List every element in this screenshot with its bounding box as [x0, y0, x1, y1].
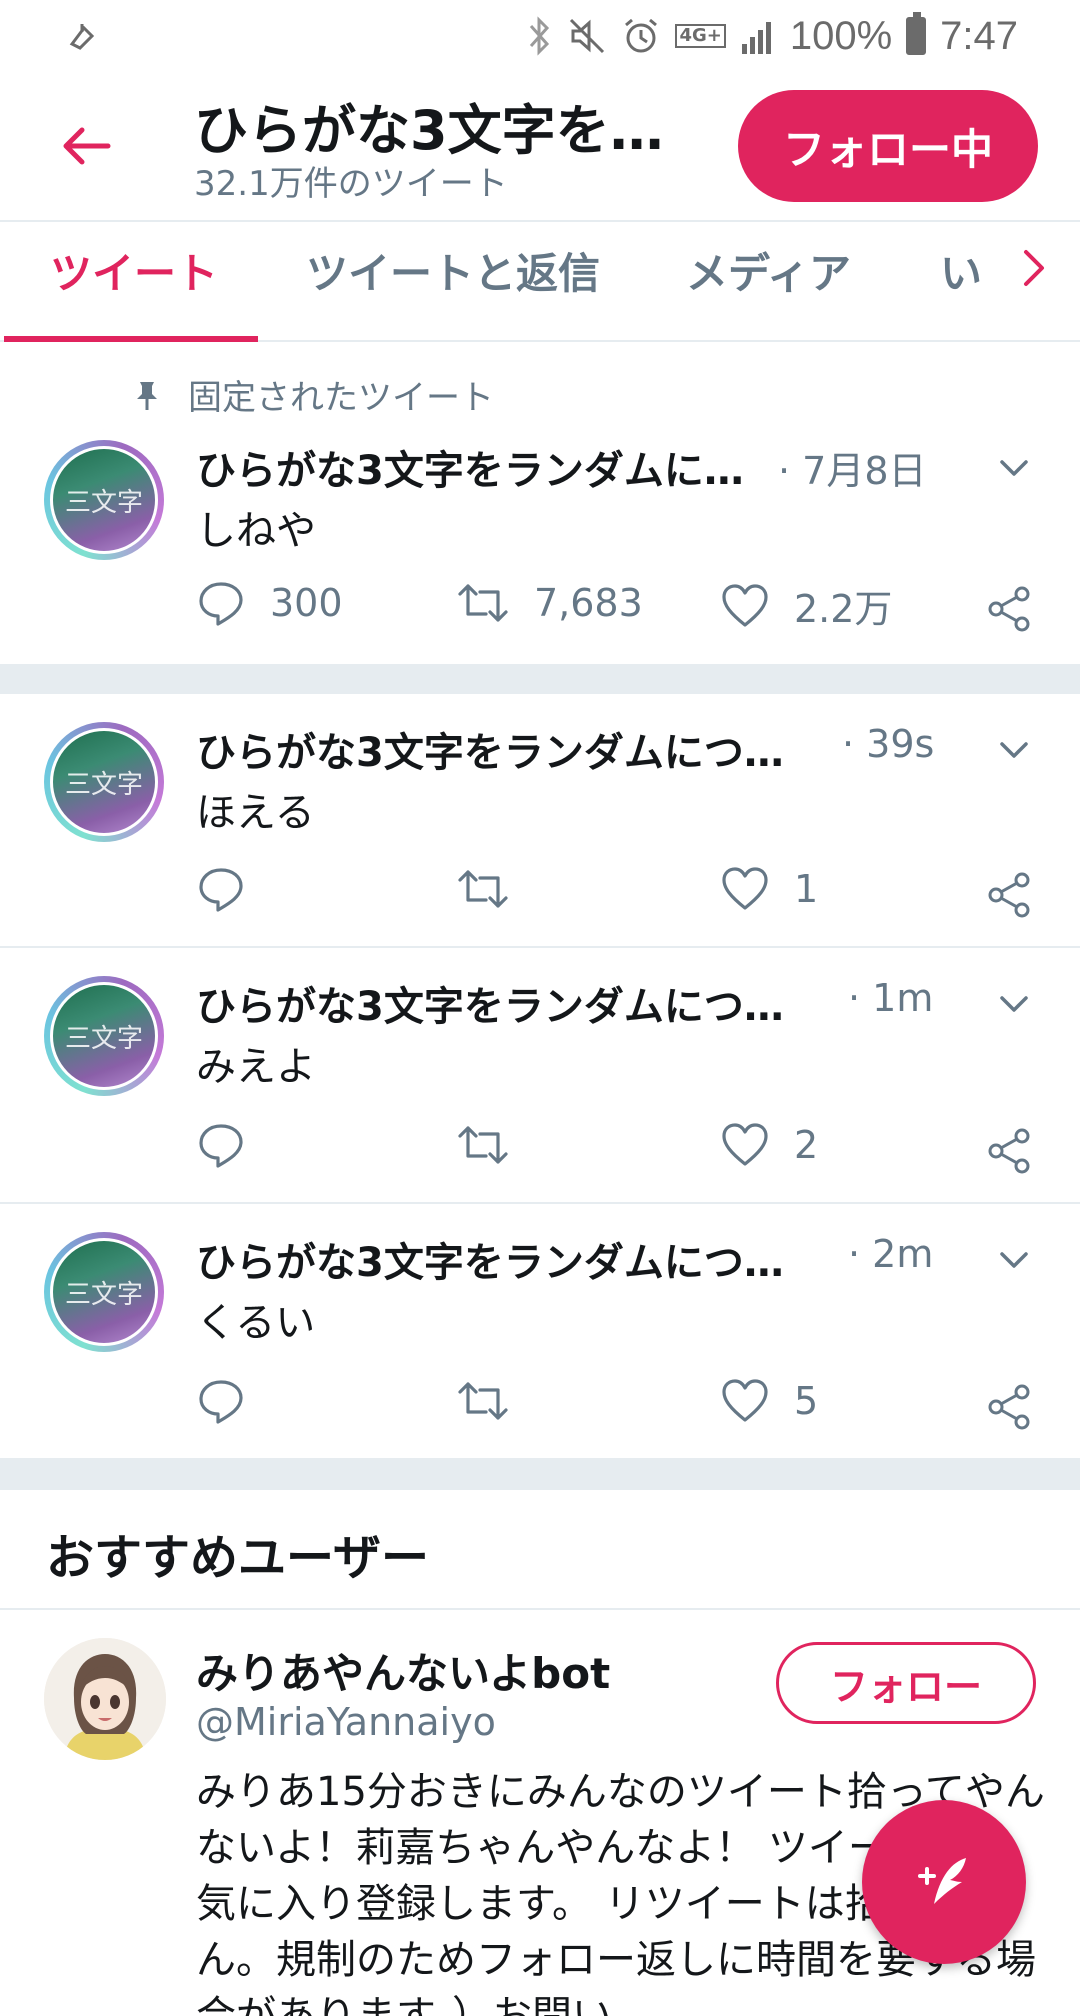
avatar[interactable]: 三文字: [44, 976, 164, 1096]
tweet-card[interactable]: 三文字 ひらがな3文字をランダムにつ… · 1m みえよ 2: [0, 948, 1080, 1204]
section-divider: [0, 1460, 1080, 1490]
status-bar: 4G+ 100% 7:47: [0, 0, 1080, 72]
reply-action[interactable]: [196, 1376, 246, 1426]
retweet-icon: [458, 584, 508, 622]
app-notification-icon: [69, 24, 95, 50]
tab-media[interactable]: メディア: [686, 240, 851, 301]
alarm-icon: [625, 18, 658, 53]
like-count: 1: [794, 867, 819, 911]
pinned-label-row: 固定されたツイート: [130, 370, 494, 419]
retweet-action[interactable]: 7,683: [456, 578, 643, 628]
pinned-tweet[interactable]: 固定されたツイート 三文字 ひらがな3文字をランダムに… · 7月8日 しねや …: [0, 342, 1080, 666]
page-title: ひらがな3文字を…: [194, 99, 664, 162]
retweet-icon: [458, 870, 508, 908]
following-button[interactable]: フォロー中: [738, 90, 1038, 202]
tweet-card[interactable]: 三文字 ひらがな3文字をランダムにつ… · 2m くるい 5: [0, 1204, 1080, 1460]
like-action[interactable]: 2: [720, 1120, 818, 1170]
tweet-text: みえよ: [196, 1044, 316, 1090]
like-icon: [722, 867, 768, 910]
retweet-action[interactable]: [456, 1120, 510, 1170]
reply-icon: [199, 1124, 243, 1168]
user-name[interactable]: みりあやんないよbot: [196, 1640, 610, 1701]
battery-percent: 100%: [789, 13, 893, 58]
mute-icon: [570, 18, 605, 54]
reply-icon: [199, 582, 243, 626]
chevron-right-icon[interactable]: [1012, 246, 1056, 290]
section-divider: [0, 666, 1080, 694]
signal-icon: [741, 22, 771, 54]
pin-icon: [137, 381, 157, 410]
tweet-time: · 1m: [848, 976, 934, 1020]
back-arrow-icon[interactable]: [58, 118, 114, 174]
share-icon[interactable]: [986, 1128, 1032, 1174]
tweet-time: · 2m: [848, 1232, 934, 1276]
tweet-text: くるい: [196, 1300, 316, 1346]
tab-tweets[interactable]: ツイート: [50, 240, 218, 301]
follow-button[interactable]: フォロー: [776, 1642, 1036, 1724]
retweet-icon: [458, 1126, 508, 1164]
avatar[interactable]: 三文字: [44, 440, 164, 560]
user-handle: @MiriaYannaiyo: [196, 1700, 496, 1744]
chevron-down-icon[interactable]: [994, 1240, 1034, 1280]
retweet-icon: [458, 1382, 508, 1420]
pinned-label: 固定されたツイート: [188, 378, 494, 418]
share-icon[interactable]: [986, 1384, 1032, 1430]
user-avatar[interactable]: [44, 1638, 166, 1760]
avatar-label: 三文字: [50, 1238, 158, 1346]
share-icon[interactable]: [986, 872, 1032, 918]
tweet-text: しねや: [196, 508, 316, 554]
chevron-down-icon[interactable]: [994, 448, 1034, 488]
share-icon[interactable]: [986, 586, 1032, 632]
profile-tabs: ツイート ツイートと返信 メディア い: [0, 220, 1080, 342]
tweet-time: · 7月8日: [778, 449, 927, 493]
tweet-author-name[interactable]: ひらがな3文字をランダムに…: [196, 438, 744, 496]
like-action[interactable]: 5: [720, 1376, 818, 1426]
suggested-users-title: おすすめユーザー: [46, 1530, 430, 1586]
reply-icon: [199, 868, 243, 912]
tweet-author-name[interactable]: ひらがな3文字をランダムにつ…: [196, 720, 784, 778]
like-icon: [722, 1379, 768, 1422]
like-icon: [722, 583, 768, 627]
chevron-down-icon[interactable]: [994, 984, 1034, 1024]
avatar[interactable]: 三文字: [44, 1232, 164, 1352]
tweet-author-name[interactable]: ひらがな3文字をランダムにつ…: [196, 974, 784, 1032]
compose-icon: [918, 1858, 966, 1904]
avatar[interactable]: 三文字: [44, 722, 164, 842]
anime-avatar-image: [44, 1638, 166, 1760]
reply-count: 300: [270, 581, 343, 625]
tab-likes-partial-wrap: い: [936, 222, 1016, 340]
bluetooth-icon: [530, 16, 550, 56]
clock: 7:47: [940, 13, 1018, 58]
like-count: 2: [794, 1123, 819, 1167]
reply-icon: [199, 1380, 243, 1424]
like-count: 2.2万: [794, 587, 893, 631]
compose-tweet-button[interactable]: [862, 1800, 1026, 1964]
like-count: 5: [794, 1379, 819, 1423]
like-action[interactable]: 2.2万: [720, 578, 892, 633]
reply-action[interactable]: [196, 864, 246, 914]
tweet-count: 32.1万件のツイート: [194, 164, 508, 204]
avatar-label: 三文字: [50, 446, 158, 554]
suggested-users-header: おすすめユーザー: [0, 1490, 1080, 1610]
battery-icon: [906, 12, 927, 55]
tab-likes[interactable]: い: [940, 240, 982, 301]
reply-action[interactable]: 300: [196, 578, 343, 628]
chevron-down-icon[interactable]: [994, 730, 1034, 770]
like-icon: [722, 1123, 768, 1166]
retweet-action[interactable]: [456, 1376, 510, 1426]
retweet-count: 7,683: [534, 581, 643, 625]
profile-header: ひらがな3文字を… 32.1万件のツイート フォロー中: [0, 72, 1080, 220]
tab-tweets-and-replies[interactable]: ツイートと返信: [306, 240, 600, 301]
avatar-label: 三文字: [50, 982, 158, 1090]
tweet-time: · 39s: [842, 722, 935, 766]
retweet-action[interactable]: [456, 864, 510, 914]
network-type-icon: 4G+: [675, 24, 726, 48]
like-action[interactable]: 1: [720, 864, 818, 914]
status-icons: 4G+ 100% 7:47: [527, 10, 1018, 62]
reply-action[interactable]: [196, 1120, 246, 1170]
avatar-label: 三文字: [50, 728, 158, 836]
tweet-card[interactable]: 三文字 ひらがな3文字をランダムにつ… · 39s ほえる 1: [0, 694, 1080, 948]
tweet-text: ほえる: [196, 790, 315, 836]
tweet-author-name[interactable]: ひらがな3文字をランダムにつ…: [196, 1230, 784, 1288]
